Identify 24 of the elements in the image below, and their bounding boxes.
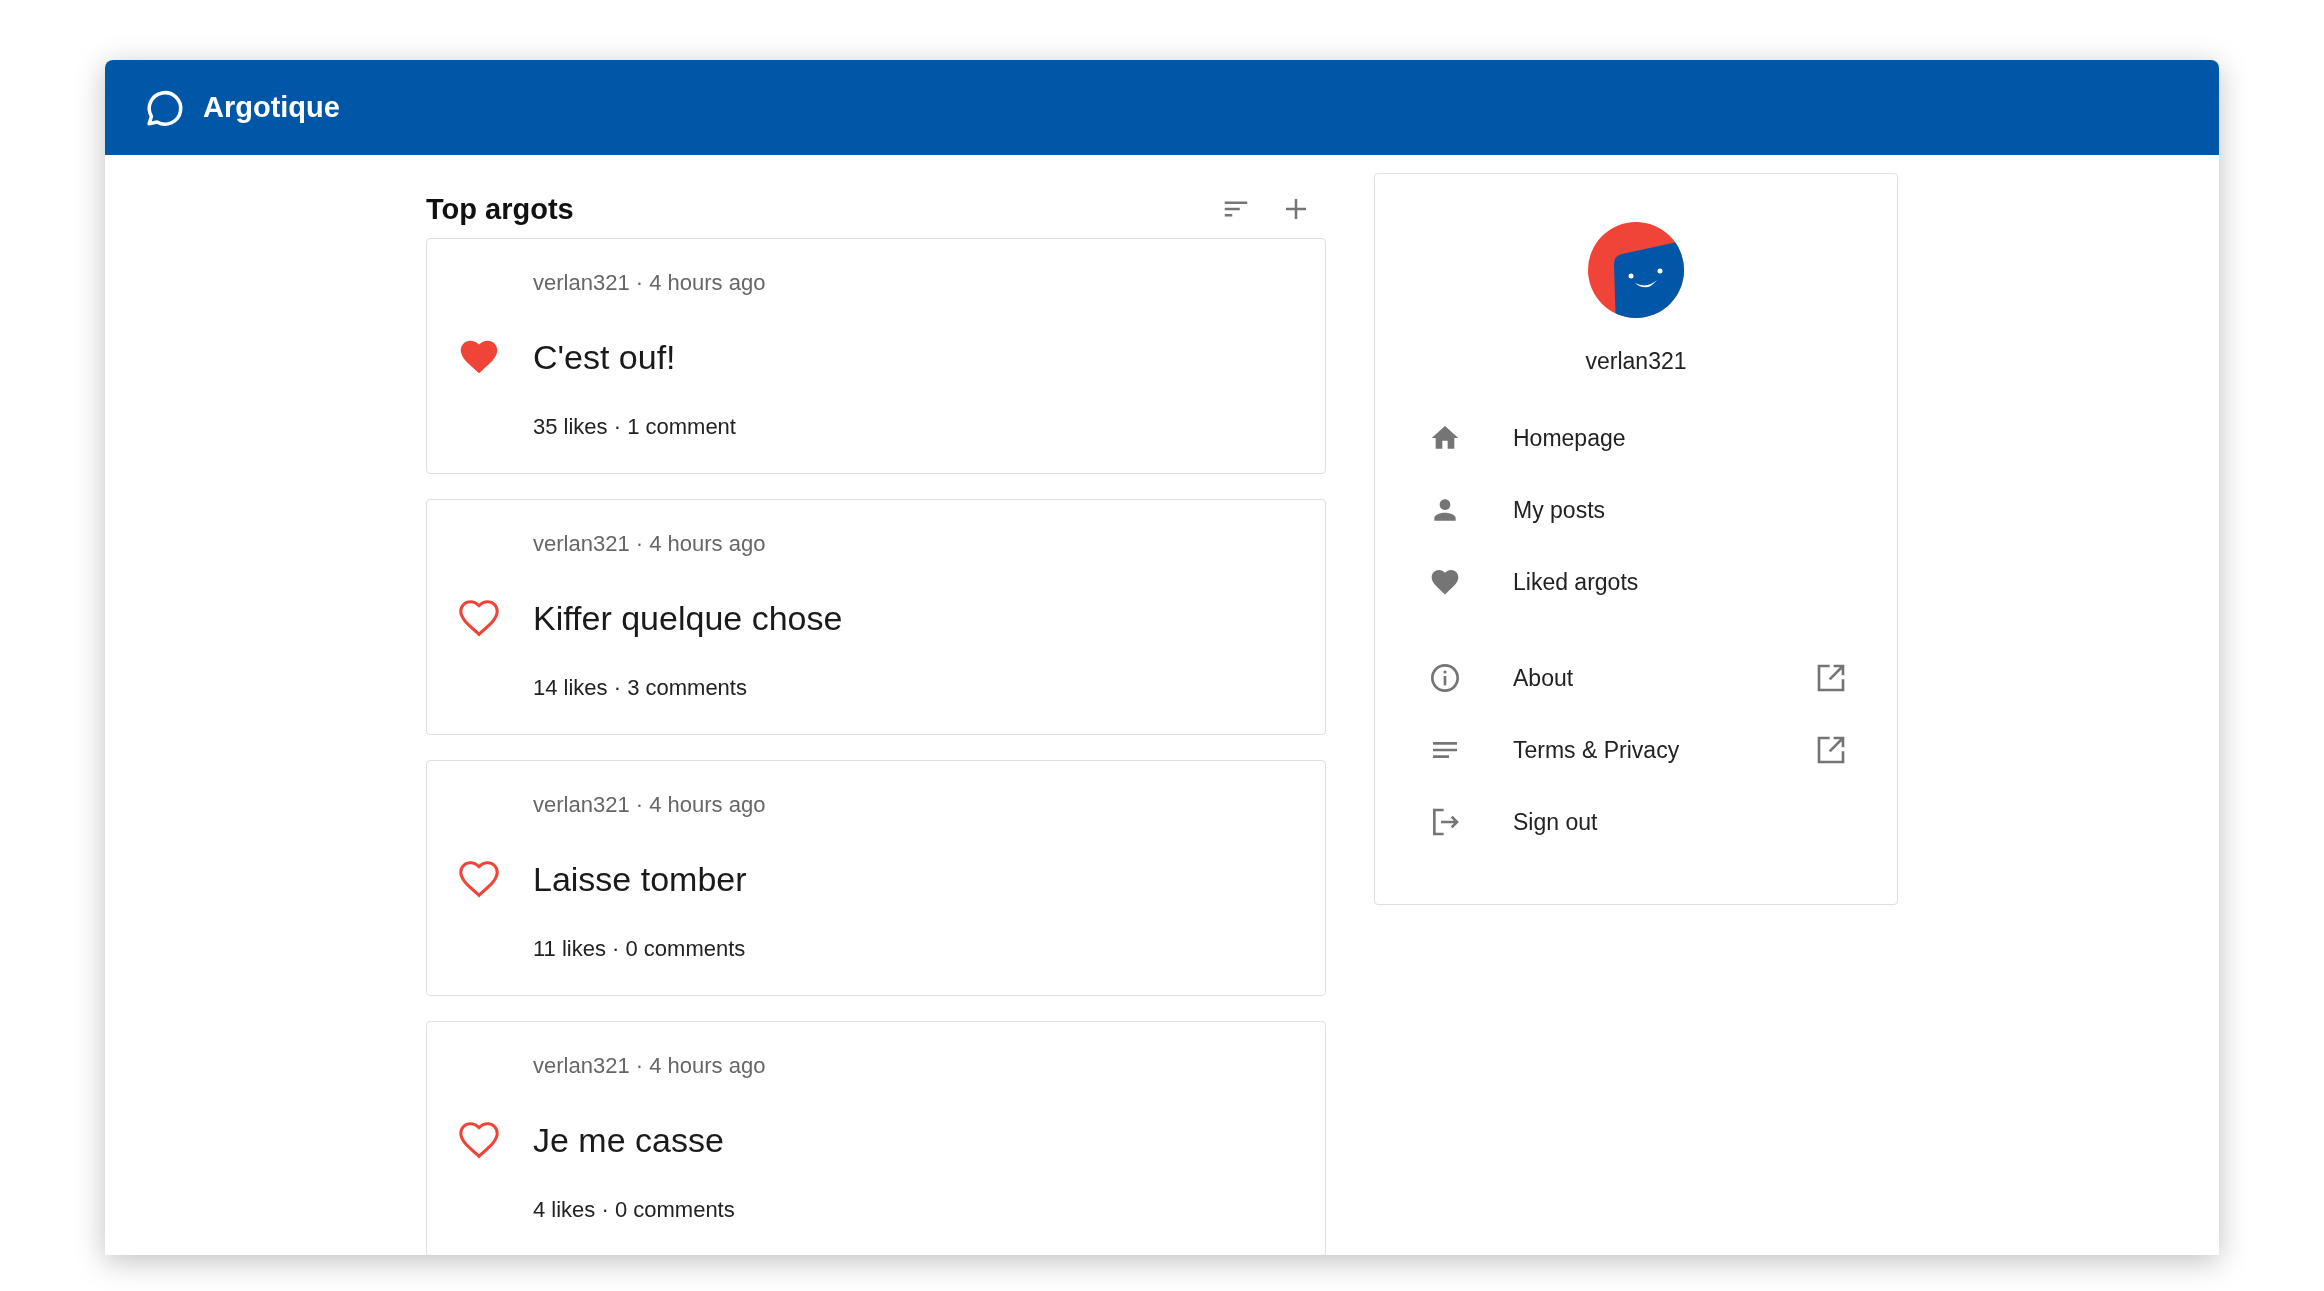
menu-item[interactable]: Terms & Privacy [1425,714,1847,786]
post-title: Laisse tomber [533,859,748,899]
post-meta: verlan321 · 4 hours ago [533,531,767,557]
external-link-icon [1815,734,1847,766]
section-title: Top argots [426,192,575,226]
menu-item[interactable]: My posts [1425,474,1847,546]
post-meta: verlan321 · 4 hours ago [533,1053,767,1079]
post-title: Je me casse [533,1120,725,1160]
app-title: Argotique [203,91,340,124]
post-stats: 4 likes · 0 comments [533,1197,736,1223]
post-stats: 14 likes · 3 comments [533,675,748,701]
post-stats: 11 likes · 0 comments [533,936,747,962]
post-title: Kiffer quelque chose [533,598,844,638]
username: verlan321 [1585,348,1687,375]
menu-item[interactable]: Homepage [1425,402,1847,474]
post-meta: verlan321 · 4 hours ago [533,270,767,296]
menu-item[interactable]: Sign out [1425,786,1847,858]
info-icon [1429,662,1461,694]
menu-item[interactable]: About [1425,642,1847,714]
post-stats: 35 likes · 1 comment [533,414,737,440]
external-link-icon [1815,662,1847,694]
post-title: C'est ouf! [533,337,677,377]
post-meta: verlan321 · 4 hours ago [533,792,767,818]
menu-item[interactable]: Liked argots [1425,546,1847,618]
